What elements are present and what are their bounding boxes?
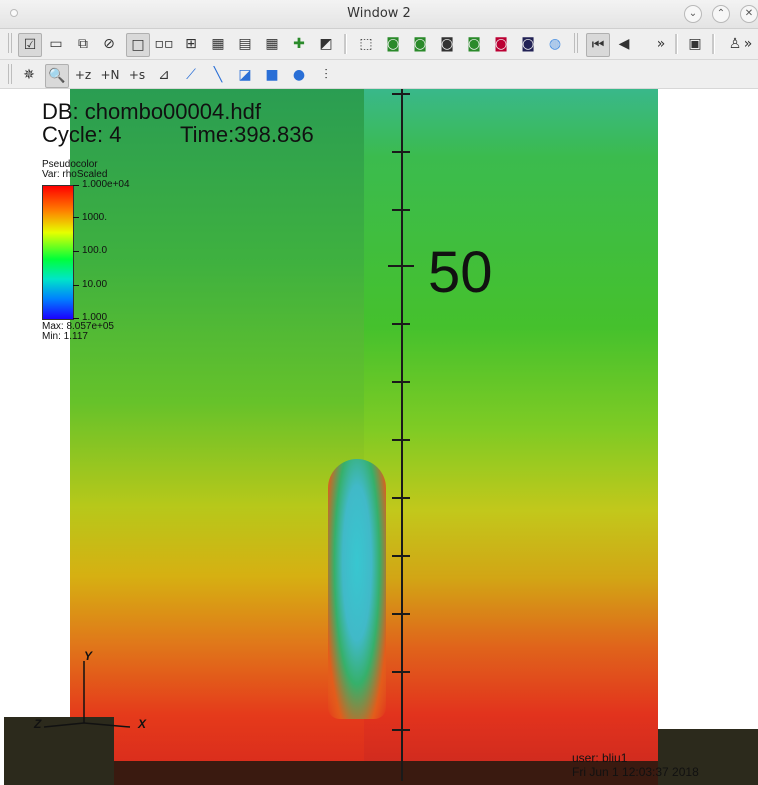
copy-window-icon[interactable]: ⧉ [72,33,94,55]
slice-plane-right [364,89,658,769]
more-icon[interactable]: » [650,33,672,55]
pick-z-icon[interactable]: +z [72,64,94,86]
sphere-icon[interactable]: ● [288,64,310,86]
layout-2x4-icon[interactable]: ▤ [234,33,256,55]
legend-min: Min: 1.117 [42,331,88,342]
delete-window-icon[interactable]: ⊘ [98,33,120,55]
date-label: Fri Jun 1 12:03:37 2018 [572,765,699,779]
prev-frame-icon[interactable]: ⏮ [586,33,610,57]
cam3-icon[interactable]: ◙ [436,33,458,55]
layout-1x1-icon[interactable]: □ [126,33,150,57]
layout-2x3-icon[interactable]: ▦ [207,33,229,55]
axis-tick [392,439,410,441]
axis-tick [392,209,410,211]
globe-icon[interactable]: ◍ [544,33,566,55]
axis-tick [392,671,410,673]
toolbar-row-1: ☑ ▭ ⧉ ⊘ □ ▫▫ ⊞ ▦ ▤ ▦ ✚ ◩ ⬚ ◙ ◙ ◙ ◙ ◙ ◙ ◍… [0,29,758,60]
legend-tick-label: 1000. [82,212,108,223]
tools-icon[interactable]: ✚ [288,33,310,55]
zoom-icon[interactable]: 🔍 [45,64,69,88]
axis-tick [392,151,410,153]
slider-icon[interactable]: ⫶ [315,64,337,86]
jet-feature [328,459,386,719]
lineout-icon[interactable]: ⊿ [153,64,175,86]
legend-tick [73,285,79,286]
legend-tick-label: 10.00 [82,279,108,290]
triad-z-label: Z [34,717,42,731]
navigate-icon[interactable]: ✵ [18,64,40,86]
triad-y-label: Y [84,649,93,663]
toolbar-handle[interactable] [8,33,14,53]
time-label: Time:398.836 [180,122,314,147]
layout-3x3-icon[interactable]: ▦ [261,33,283,55]
box-3d-icon[interactable]: ⬚ [355,33,377,55]
axis-tick [392,323,410,325]
new-window-icon[interactable]: ▭ [45,33,67,55]
minimize-button[interactable]: ⌄ [684,5,702,23]
axis-line [401,89,403,781]
pick-n-icon[interactable]: +N [99,64,121,86]
toolbar-separator [344,34,347,54]
legend-tick [73,318,79,319]
legend-colorbar [42,185,74,320]
cam4-icon[interactable]: ◙ [463,33,485,55]
layout-2x2-icon[interactable]: ⊞ [180,33,202,55]
cam5-icon[interactable]: ◙ [490,33,512,55]
user-label: user: bliu1 [572,751,628,765]
visualization-canvas[interactable]: 50 DB: chombo00004.hdf Cycle: 4 Time:398… [4,89,758,785]
axis-tick [392,497,410,499]
cam6-icon[interactable]: ◙ [517,33,539,55]
select-icon[interactable]: ☑ [18,33,42,57]
legend-tick [73,251,79,252]
legend-tick-label: 1.000e+04 [82,179,130,190]
axis-tick [388,265,414,267]
maximize-button[interactable]: ⌃ [712,5,730,23]
line-tool-icon[interactable]: ⟋ [180,64,202,86]
color-table-icon[interactable]: ◩ [315,33,337,55]
axis-tick [392,729,410,731]
legend-tick [73,185,79,186]
settings-icon[interactable]: ▣ [684,33,706,55]
play-back-icon[interactable]: ◀ [613,33,635,55]
box-tool-icon[interactable]: ◪ [234,64,256,86]
axis-triad-icon [43,661,131,728]
axis-tick [392,613,410,615]
toolbar-row-2: ✵ 🔍 +z +N +s ⊿ ⟋ ╲ ◪ ■ ● ⫶ [0,60,758,89]
axis-tick [392,555,410,557]
axis-triad: Y X Z [34,649,180,739]
more-right-icon[interactable]: » [741,33,755,55]
toolbar-separator [675,34,678,54]
cam1-icon[interactable]: ◙ [382,33,404,55]
toolbar-handle[interactable] [8,64,14,84]
window-titlebar: Window 2 ⌄ ⌃ ✕ [0,0,758,29]
cube-icon[interactable]: ■ [261,64,283,86]
toolbar-handle[interactable] [574,33,580,53]
axis-tick [392,381,410,383]
axis-tick [392,93,410,95]
pick-s-icon[interactable]: +s [126,64,148,86]
legend-tick-label: 100.0 [82,245,108,256]
cam2-icon[interactable]: ◙ [409,33,431,55]
toolbar-separator [712,34,715,54]
axis-value-label: 50 [428,240,493,305]
triad-x-label: X [138,717,147,731]
layout-1x2-icon[interactable]: ▫▫ [153,33,175,55]
legend-tick [73,217,79,218]
close-button[interactable]: ✕ [740,5,758,23]
window-title: Window 2 [347,6,411,21]
line-tool-2-icon[interactable]: ╲ [207,64,229,86]
cycle-label: Cycle: 4 [42,122,122,147]
